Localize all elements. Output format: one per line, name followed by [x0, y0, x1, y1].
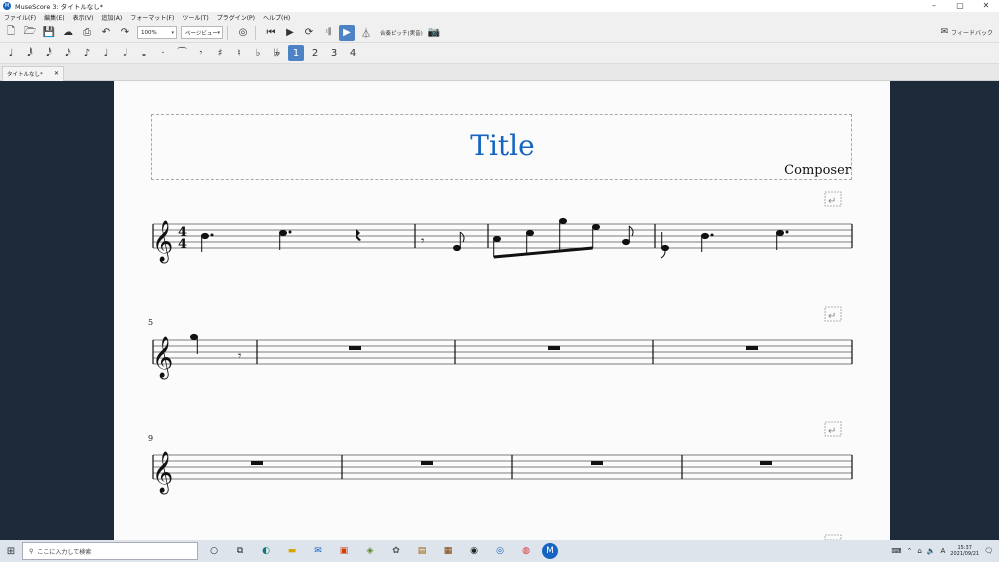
measure-number: 5	[148, 318, 154, 327]
volume-icon[interactable]: 🔈	[927, 547, 936, 555]
windows-taskbar: ⊞ ⚲ ここに入力して検索 ○ ⧉ ◐ ▬ ✉ ▣ ◈ ✿ ▤ ▦ ◉ ◎ ◍ …	[0, 540, 999, 562]
search-icon: ⚲	[29, 547, 34, 555]
svg-text:↵: ↵	[828, 196, 836, 207]
cortana-icon[interactable]: ○	[204, 541, 224, 561]
ime-indicator[interactable]: A	[940, 547, 945, 555]
chrome-icon[interactable]: ◍	[516, 541, 536, 561]
svg-text:↵: ↵	[828, 426, 836, 437]
edge-icon[interactable]: ◐	[256, 541, 276, 561]
windows-start-icon[interactable]: ⊞	[0, 540, 22, 562]
staff-system-3	[153, 454, 852, 480]
notification-icon[interactable]: 🗨	[984, 547, 993, 555]
svg-text:𝄾: 𝄾	[421, 234, 425, 249]
mail-app-icon[interactable]: ✉	[308, 541, 328, 561]
staff-system-1	[153, 223, 852, 249]
time-signature-bottom: 4	[178, 237, 187, 252]
treble-clef-icon: 𝄞	[152, 336, 173, 379]
app-icon-3[interactable]: ▤	[412, 541, 432, 561]
system-break-arrows: ↵ ↵ ↵	[828, 196, 836, 437]
system-tray: ⌨ ⌃ ⌂ 🔈 A 15:37 2021/09/21 🗨	[886, 540, 993, 562]
network-icon[interactable]: ⌂	[917, 547, 921, 555]
office-icon[interactable]: ▣	[334, 541, 354, 561]
app-icon-5[interactable]: ◉	[464, 541, 484, 561]
app-icon-4[interactable]: ▦	[438, 541, 458, 561]
app-icon-6[interactable]: ◎	[490, 541, 510, 561]
task-view-icon[interactable]: ⧉	[230, 541, 250, 561]
search-placeholder: ここに入力して検索	[37, 548, 92, 556]
app-icon-1[interactable]: ◈	[360, 541, 380, 561]
musescore-taskbar-icon[interactable]: M	[542, 543, 558, 559]
clock[interactable]: 15:37 2021/09/21	[950, 545, 979, 557]
taskbar-search-input[interactable]: ⚲ ここに入力して検索	[22, 542, 198, 560]
measure-number: 9	[148, 434, 154, 443]
staff-system-2	[153, 339, 852, 365]
keyboard-icon[interactable]: ⌨	[891, 547, 901, 555]
svg-text:𝄾: 𝄾	[238, 349, 242, 364]
svg-text:↵: ↵	[828, 311, 836, 322]
file-explorer-icon[interactable]: ▬	[282, 541, 302, 561]
app-icon-2[interactable]: ✿	[386, 541, 406, 561]
music-notation[interactable]: 𝄞 4 4 𝄾 ↵ ↵ ↵ 𝄞 𝄾 𝄞	[0, 0, 999, 540]
treble-clef-icon: 𝄞	[152, 220, 173, 263]
clock-date: 2021/09/21	[950, 551, 980, 557]
chevron-up-icon[interactable]: ⌃	[906, 547, 912, 555]
treble-clef-icon: 𝄞	[152, 451, 173, 494]
notes-system-2: 𝄾	[190, 333, 758, 364]
